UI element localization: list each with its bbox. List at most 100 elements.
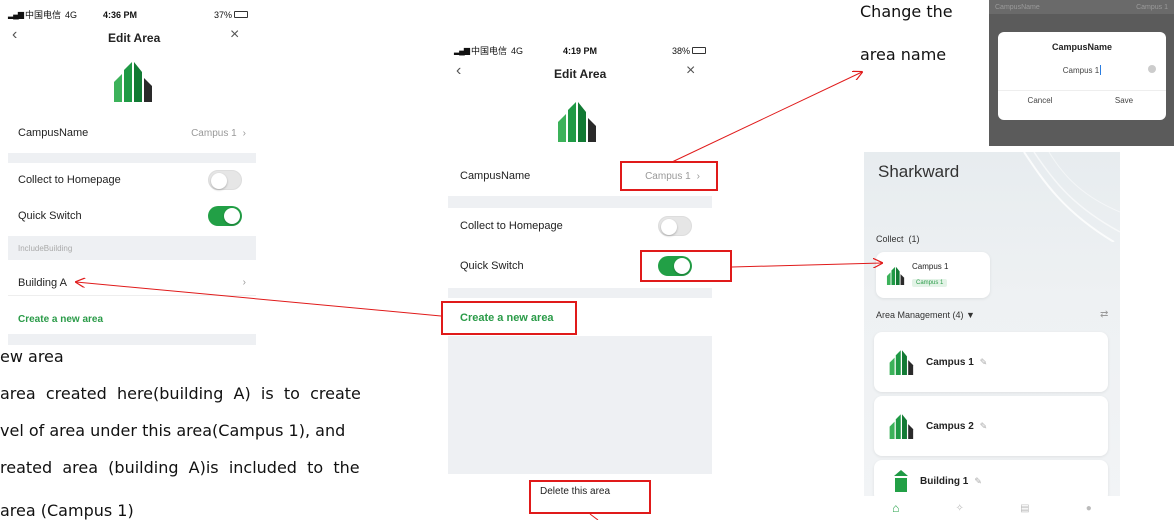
edit-pencil-icon[interactable]: ✎ <box>974 476 982 487</box>
highlight-create-area <box>441 301 577 335</box>
edit-pencil-icon[interactable]: ✎ <box>980 421 988 432</box>
monitor-tab-icon[interactable]: ▤ <box>1020 503 1029 514</box>
building-logo-icon <box>558 102 596 142</box>
status-bar: ▂▄▆ 中国电信 4G 4:19 PM 38% <box>454 44 706 57</box>
network-text: 4G <box>65 9 78 20</box>
collect-homepage-toggle[interactable] <box>658 216 692 236</box>
collect-card-name: Campus 1 <box>912 261 949 271</box>
scene-tab-icon[interactable]: ✧ <box>956 503 964 514</box>
collect-header: Collect (1) <box>876 234 920 244</box>
collect-card-tag: Campus 1 <box>912 278 948 287</box>
building-logo-icon <box>889 414 914 439</box>
area-management-header: Area Management (4) ▼ <box>876 310 975 320</box>
chevron-right-icon: › <box>242 128 246 139</box>
create-area-link[interactable]: Create a new area <box>18 314 103 325</box>
change-name-callout-2: area name <box>860 45 947 64</box>
back-icon[interactable]: ‹ <box>12 26 17 44</box>
home-tab-icon[interactable]: ⌂ <box>892 501 899 515</box>
building-a-row[interactable]: Building A › <box>8 270 256 296</box>
dialog-title: CampusName <box>1051 42 1113 52</box>
description-line-2: vel of area under this area(Campus 1), a… <box>0 421 346 440</box>
description-line-3: reated area (building A)is included to t… <box>0 458 360 477</box>
collect-homepage-row: Collect to Homepage <box>8 166 256 194</box>
campus-name-value: Campus 1 <box>191 128 237 139</box>
back-icon[interactable]: ‹ <box>456 62 461 80</box>
building-a-label: Building A <box>18 276 67 289</box>
filter-icon[interactable]: ⇄ <box>1100 309 1108 320</box>
battery-text: 37% <box>213 9 232 20</box>
section-gap <box>448 196 712 208</box>
building-logo-icon <box>889 350 914 375</box>
rename-dialog-screenshot: CampusName Campus 1 CampusName Campus 1 … <box>989 0 1174 146</box>
description-line-4: area (Campus 1) <box>0 501 134 520</box>
arrow-to-collect-card <box>731 263 882 267</box>
carrier-text: 中国电信 <box>24 10 61 20</box>
collect-homepage-label: Collect to Homepage <box>460 220 563 232</box>
bottom-tab-bar: ⌂ ✧ ▤ ● <box>864 496 1120 520</box>
left-phone-screen: ▂▄▆ 中国电信 4G 4:36 PM 37% ‹ Edit Area × Ca… <box>0 0 256 345</box>
highlight-delete-area <box>529 480 651 514</box>
collect-homepage-row: Collect to Homepage <box>448 212 712 240</box>
campus-name-label: CampusName <box>460 170 531 182</box>
section-gap <box>448 288 712 298</box>
area-card-campus-2[interactable]: Campus 2 ✎ <box>874 396 1108 456</box>
text-cursor <box>1100 65 1102 75</box>
highlight-campus-value <box>620 161 718 191</box>
profile-tab-icon[interactable]: ● <box>1086 503 1092 514</box>
battery-icon <box>692 47 706 54</box>
section-gap <box>8 153 256 163</box>
new-area-heading: ew area <box>0 347 64 366</box>
app-title: Sharkward <box>878 162 960 181</box>
time-text: 4:19 PM <box>563 45 598 56</box>
include-building-label: IncludeBuilding <box>18 243 73 253</box>
signal-icon: ▂▄▆ <box>8 10 24 19</box>
building-logo-icon <box>886 266 905 285</box>
area-card-title: Building 1 <box>920 475 969 487</box>
status-bar: ▂▄▆ 中国电信 4G 4:36 PM 37% <box>8 8 248 21</box>
dialog-input-value: Campus 1 <box>1062 65 1100 75</box>
close-icon[interactable]: × <box>230 26 239 44</box>
dialog-save-button[interactable]: Save <box>1082 96 1166 105</box>
description-line-1: area created here(building A) is to crea… <box>0 384 361 403</box>
bottom-gap <box>8 334 256 345</box>
area-card-title: Campus 2 <box>926 420 974 432</box>
dialog-bg-row: CampusName Campus 1 <box>989 0 1174 14</box>
collect-homepage-toggle[interactable] <box>208 170 242 190</box>
campus-name-label: CampusName <box>18 127 89 139</box>
area-card-title: Campus 1 <box>926 356 974 368</box>
dialog-bg-label: CampusName <box>995 3 1040 11</box>
time-text: 4:36 PM <box>103 9 138 20</box>
dialog-bg-value: Campus 1 <box>1136 3 1168 11</box>
include-building-header: IncludeBuilding <box>8 236 256 260</box>
quick-switch-toggle[interactable] <box>208 206 242 226</box>
chevron-right-icon: › <box>242 277 246 288</box>
edit-pencil-icon[interactable]: ✎ <box>980 357 988 368</box>
change-name-callout-1: Change the <box>860 2 953 21</box>
carrier-text: 中国电信 <box>470 46 507 56</box>
dialog-cancel-button[interactable]: Cancel <box>998 96 1082 105</box>
signal-icon: ▂▄▆ <box>454 46 470 55</box>
campus-name-row[interactable]: CampusName Campus 1 › <box>8 120 256 146</box>
create-area-row[interactable]: Create a new area <box>8 306 256 332</box>
tower-building-icon <box>894 470 908 492</box>
rename-dialog: CampusName Campus 1 Cancel Save <box>998 32 1166 120</box>
dialog-input[interactable]: Campus 1 <box>1008 62 1156 78</box>
home-screen: Sharkward Collect (1) Campus 1 Campus 1 … <box>864 152 1120 520</box>
network-text: 4G <box>511 45 524 56</box>
page-title: Edit Area <box>108 31 161 45</box>
dialog-button-divider <box>998 90 1166 91</box>
building-logo-icon <box>114 62 152 102</box>
close-icon[interactable]: × <box>686 62 695 80</box>
area-card-campus-1[interactable]: Campus 1 ✎ <box>874 332 1108 392</box>
battery-text: 38% <box>671 45 690 56</box>
quick-switch-row: Quick Switch <box>8 202 256 230</box>
collect-homepage-label: Collect to Homepage <box>18 174 121 186</box>
clear-input-icon[interactable] <box>1148 65 1156 73</box>
decorative-swoosh <box>1023 152 1120 242</box>
quick-switch-label: Quick Switch <box>18 210 82 222</box>
collect-card[interactable]: Campus 1 Campus 1 <box>876 252 990 298</box>
empty-area <box>448 336 712 474</box>
quick-switch-label: Quick Switch <box>460 260 524 272</box>
battery-icon <box>234 11 248 18</box>
highlight-quick-switch <box>640 250 732 282</box>
